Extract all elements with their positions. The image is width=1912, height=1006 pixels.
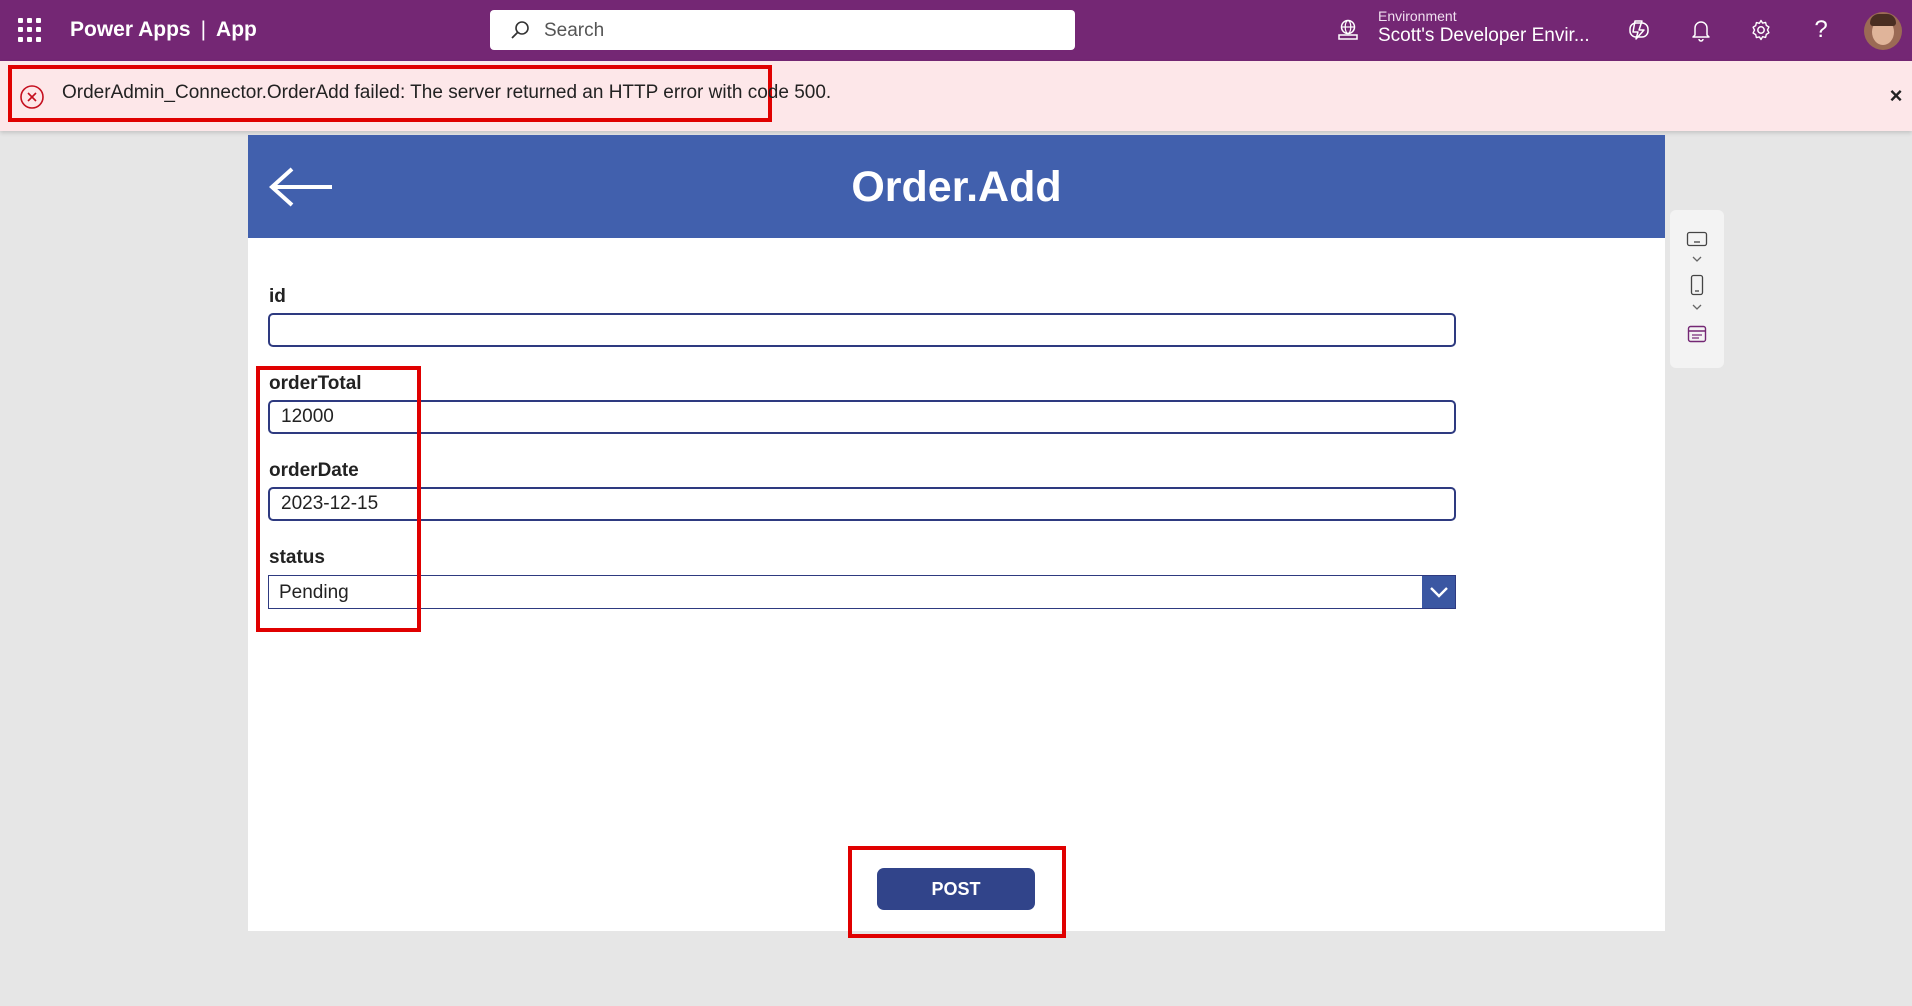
screen-header: Order.Add xyxy=(248,135,1665,238)
app-brand: Power Apps | App xyxy=(70,18,257,42)
tablet-icon[interactable] xyxy=(1684,228,1710,250)
chevron-down-icon[interactable] xyxy=(1688,302,1706,314)
close-icon[interactable]: × xyxy=(1881,81,1911,111)
post-button[interactable]: POST xyxy=(877,868,1035,910)
app-canvas: Order.Add id orderTotal orderDate status… xyxy=(248,135,1665,938)
ordertotal-input[interactable] xyxy=(268,400,1456,434)
search-box[interactable]: Search xyxy=(490,10,1075,50)
bell-icon[interactable] xyxy=(1687,16,1715,44)
id-label: id xyxy=(269,286,286,307)
orderdate-input[interactable] xyxy=(268,487,1456,521)
form-icon[interactable] xyxy=(1684,323,1710,345)
search-placeholder: Search xyxy=(544,20,605,41)
app-name[interactable]: App xyxy=(216,18,257,41)
brand-name[interactable]: Power Apps xyxy=(70,18,191,41)
environment-label: Environment xyxy=(1378,8,1457,24)
chevron-down-icon[interactable] xyxy=(1688,254,1706,266)
error-icon xyxy=(20,85,44,109)
brand-separator: | xyxy=(200,18,207,41)
environment-name[interactable]: Scott's Developer Envir... xyxy=(1378,25,1590,47)
avatar[interactable] xyxy=(1864,12,1902,50)
device-rail xyxy=(1670,210,1724,368)
copilot-icon[interactable] xyxy=(1625,16,1653,44)
waffle-icon[interactable] xyxy=(18,18,42,42)
phone-icon[interactable] xyxy=(1684,274,1710,296)
page-title: Order.Add xyxy=(851,163,1062,211)
chevron-down-icon[interactable] xyxy=(1422,576,1455,608)
top-bar: Power Apps | App Search Environment Scott'… xyxy=(0,0,1912,61)
search-icon xyxy=(511,21,529,39)
id-input[interactable] xyxy=(268,313,1456,347)
environment-icon xyxy=(1338,19,1358,40)
gear-icon[interactable] xyxy=(1747,16,1775,44)
error-message: OrderAdmin_Connector.OrderAdd failed: Th… xyxy=(62,82,832,103)
status-dropdown[interactable]: Pending xyxy=(268,575,1456,609)
fields-highlight-box xyxy=(256,366,421,632)
help-icon[interactable]: ? xyxy=(1807,16,1835,44)
error-banner: OrderAdmin_Connector.OrderAdd failed: Th… xyxy=(0,61,1912,131)
